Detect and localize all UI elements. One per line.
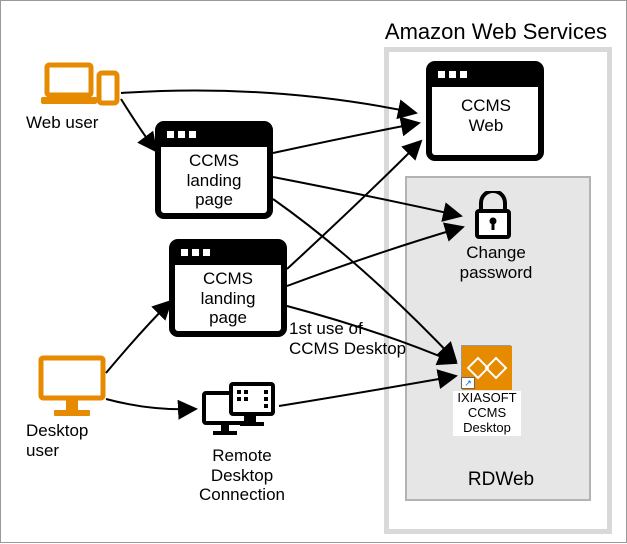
shortcut-arrow-icon: ↗ <box>461 377 475 389</box>
first-use-label: 1st use of CCMS Desktop <box>289 319 409 358</box>
landing-page-1-label: CCMS landing page <box>171 151 257 210</box>
change-password-label: Change password <box>451 243 541 282</box>
desktop-user-icon <box>36 353 108 419</box>
ccms-web-label: CCMS Web <box>443 96 529 135</box>
web-user-icon <box>41 59 121 107</box>
diagram-canvas: Amazon Web Services Web user Desktop use… <box>0 0 627 543</box>
landing-page-2-label: CCMS landing page <box>185 269 271 328</box>
ixiasoft-label: IXIASOFT CCMS Desktop <box>453 391 521 436</box>
remote-desktop-icon <box>201 381 277 443</box>
lock-icon <box>471 191 515 241</box>
rdweb-label: RDWeb <box>461 469 541 491</box>
web-user-label: Web user <box>26 113 116 133</box>
aws-title: Amazon Web Services <box>371 19 621 44</box>
remote-desktop-label: Remote Desktop Connection <box>186 446 298 505</box>
desktop-user-label: Desktop user <box>26 421 106 460</box>
